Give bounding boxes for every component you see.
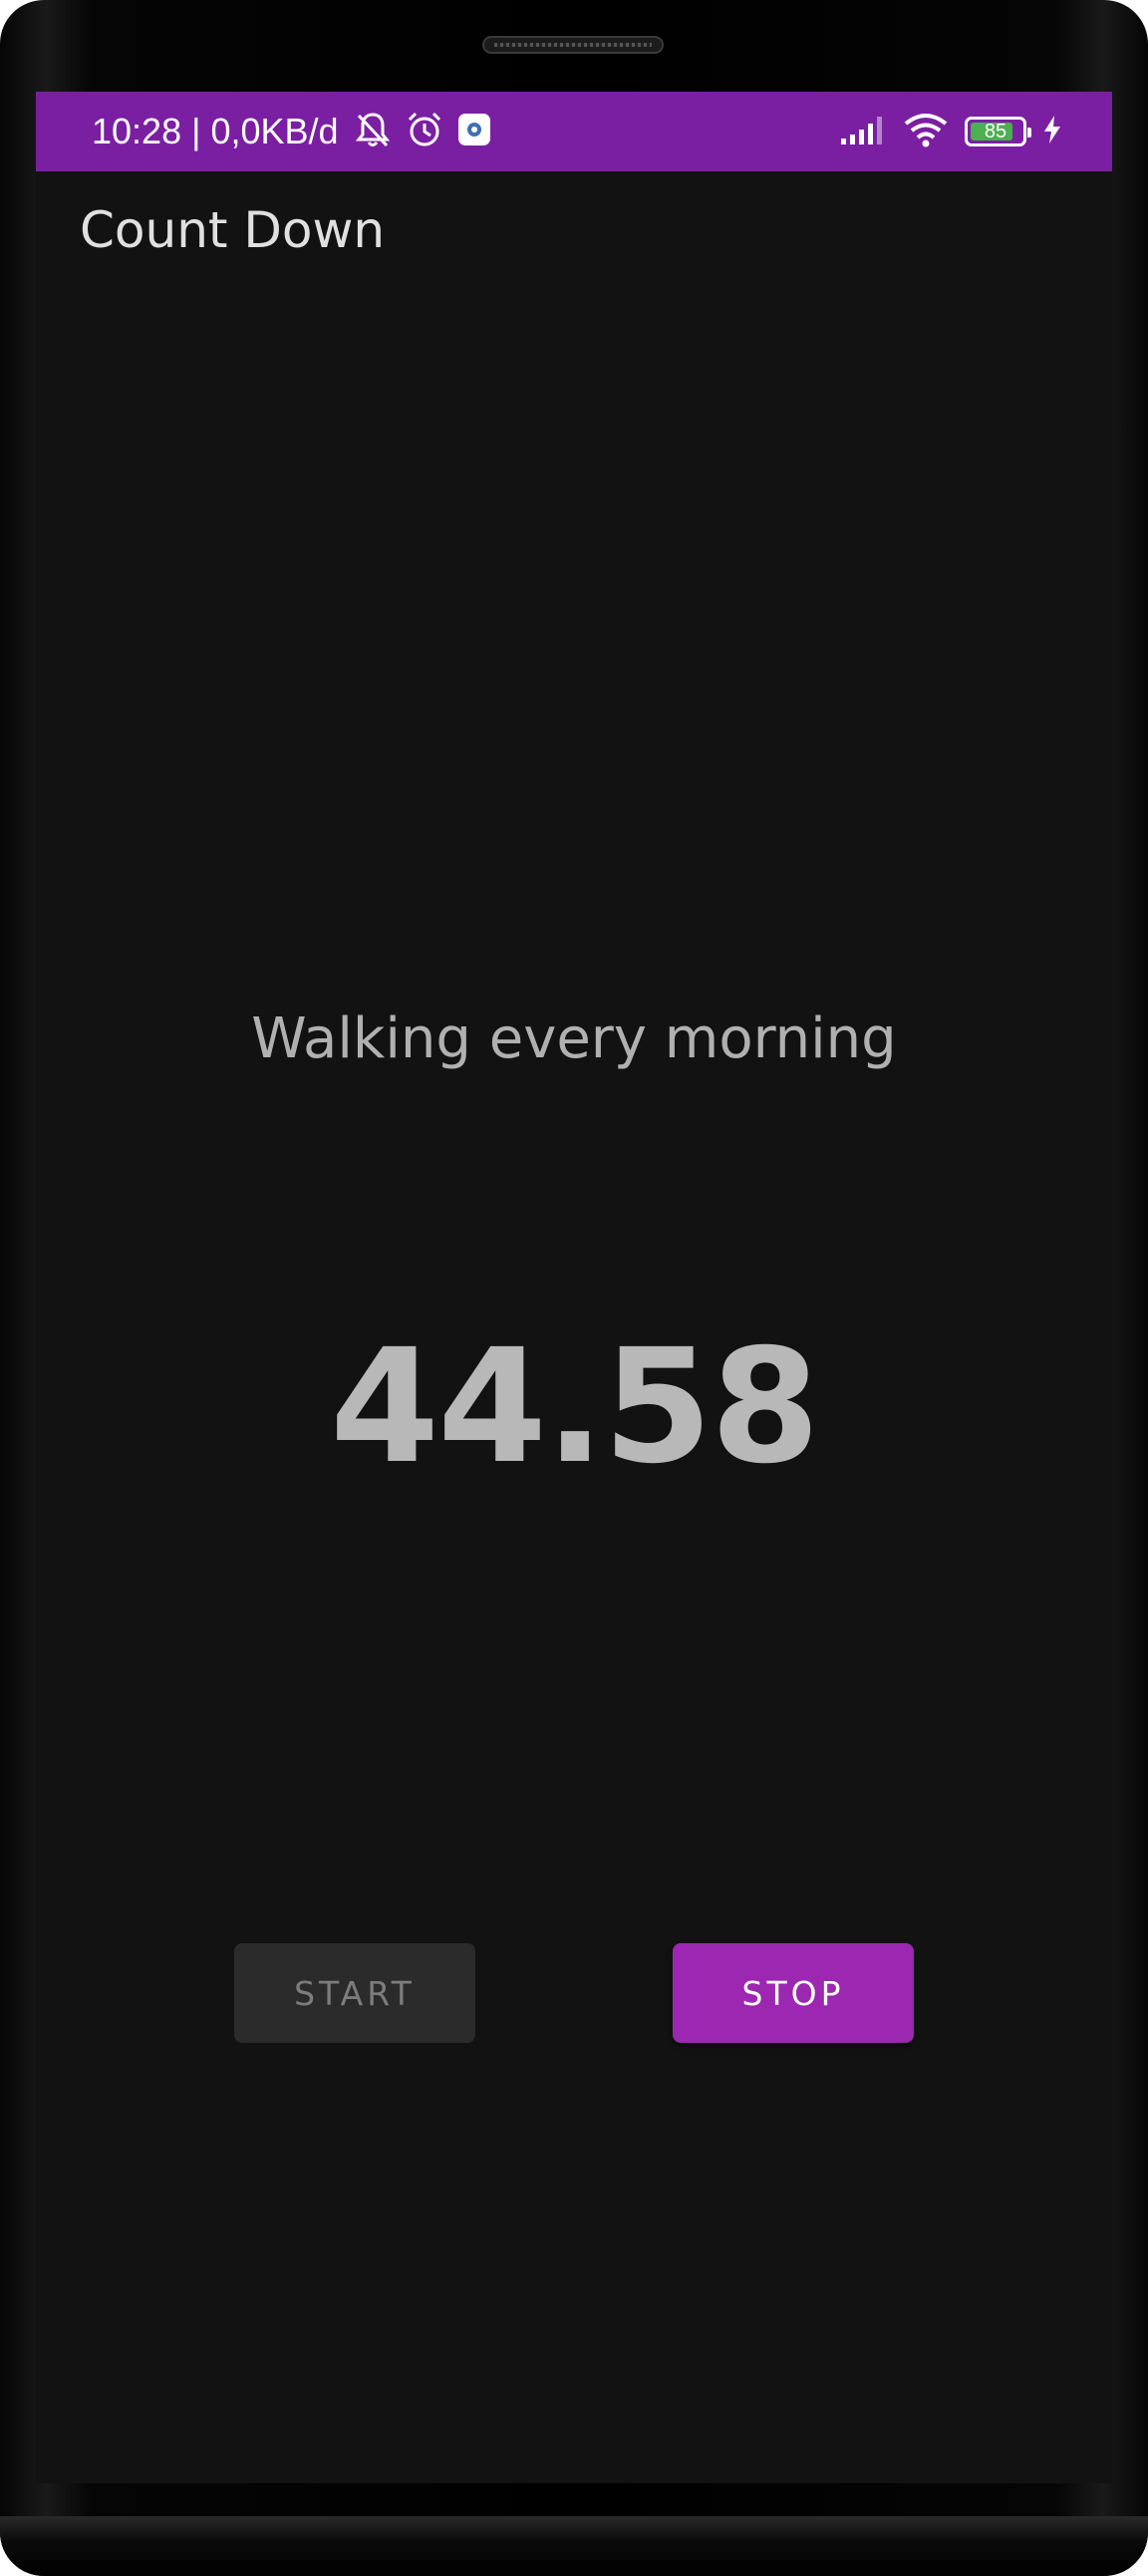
- app-screen: 10:28 | 0,0KB/d 85 Count Down Walking ev…: [36, 92, 1112, 2483]
- signal-strength-icon: [839, 113, 887, 150]
- battery-icon: 85: [965, 117, 1031, 146]
- start-button[interactable]: START: [234, 1943, 475, 2043]
- bell-muted-icon: [353, 110, 393, 153]
- app-title: Count Down: [80, 201, 386, 259]
- phone-frame: 10:28 | 0,0KB/d 85 Count Down Walking ev…: [0, 0, 1148, 2576]
- status-time-data-rate: 10:28 | 0,0KB/d: [92, 111, 339, 151]
- charging-bolt-icon: [1042, 115, 1062, 148]
- earpiece-speaker: [482, 36, 664, 54]
- status-system-icons: 85: [839, 110, 1062, 153]
- bottom-bezel: [0, 2516, 1148, 2576]
- status-notification-icons: [353, 110, 492, 153]
- task-name-label: Walking every morning: [251, 1006, 897, 1071]
- wifi-icon: [903, 112, 949, 151]
- app-notification-icon: [456, 112, 492, 151]
- status-bar: 10:28 | 0,0KB/d 85: [36, 92, 1112, 171]
- alarm-clock-icon: [405, 110, 444, 153]
- battery-level: 85: [984, 121, 1007, 143]
- countdown-timer: 44.58: [330, 1315, 820, 1499]
- stop-button[interactable]: STOP: [673, 1943, 914, 2043]
